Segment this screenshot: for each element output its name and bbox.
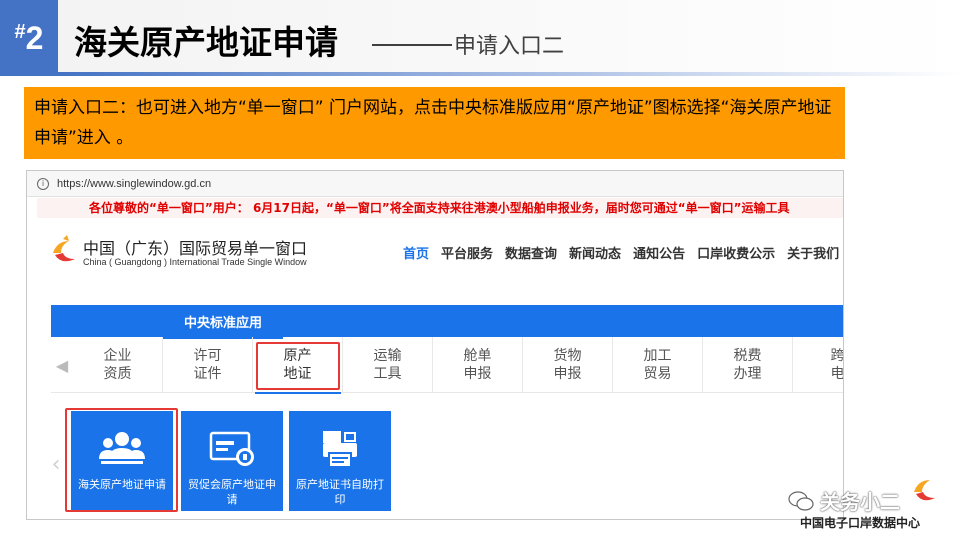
badge-number: 2 — [25, 19, 44, 56]
site-name: 中国（广东）国际贸易单一窗口 — [83, 239, 308, 258]
subtitle-dash — [372, 44, 452, 46]
eport-logo-icon — [914, 480, 935, 501]
category-licenses[interactable]: 许可 证件 — [163, 337, 253, 393]
app-label: 原产地证书自助打印 — [296, 478, 384, 506]
watermark-title: 关务小二 — [788, 486, 900, 515]
nav-about-us[interactable]: 关于我们 — [787, 243, 839, 262]
category-highlight-box — [256, 342, 340, 390]
address-bar[interactable]: i https://www.singlewindow.gd.cn — [27, 171, 843, 197]
info-icon[interactable]: i — [37, 177, 49, 190]
category-enterprise-qualification[interactable]: 企业 资质 — [73, 337, 163, 393]
category-cross-border-ecommerce[interactable]: 跨 电 — [793, 337, 844, 393]
section-badge: #2 — [0, 0, 58, 76]
category-goods-declaration[interactable]: 货物 申报 — [523, 337, 613, 393]
printer-icon — [323, 431, 357, 468]
top-nav: 首页 平台服务 数据查询 新闻动态 通知公告 口岸收费公示 关于我们 — [403, 243, 839, 262]
instruction-note: 申请入口二：也可进入地方“单一窗口” 门户网站，点击中央标准版应用“原产地证”图… — [24, 87, 845, 159]
site-logo-icon — [53, 235, 75, 262]
nav-port-fees[interactable]: 口岸收费公示 — [697, 243, 775, 262]
subtitle-text: 申请入口二 — [454, 34, 565, 59]
app-origin-certificate-self-print[interactable]: 原产地证书自助打印 — [289, 411, 391, 511]
watermark-text: 关务小二 — [820, 490, 900, 514]
url-text: https://www.singlewindow.gd.cn — [57, 177, 212, 190]
badge-hash: # — [14, 20, 26, 43]
browser-screenshot: i https://www.singlewindow.gd.cn 各位尊敬的“单… — [26, 170, 844, 520]
page-title: 海关原产地证申请 — [74, 23, 338, 62]
category-transport-vehicles[interactable]: 运输 工具 — [343, 337, 433, 393]
header-underline — [58, 72, 960, 76]
slide: #2 海关原产地证申请 申请入口二 申请入口二：也可进入地方“单一窗口” 门户网… — [0, 0, 960, 540]
watermark-subtitle: 中国电子口岸数据中心 — [800, 516, 921, 530]
announcement-ticker[interactable]: 各位尊敬的“单一窗口”用户： 6月17日起，“单一窗口”将全面支持来往港澳小型船… — [37, 198, 843, 218]
tab-central-standard-apps[interactable]: 中央标准应用 — [163, 305, 283, 339]
app-highlight-box — [65, 408, 178, 512]
page-subtitle: 申请入口二 — [372, 28, 564, 60]
apps-prev-arrow-icon[interactable]: ‹ — [49, 439, 63, 489]
category-tax-payment[interactable]: 税费 办理 — [703, 337, 793, 393]
category-manifest[interactable]: 舱单 申报 — [433, 337, 523, 393]
nav-announcements[interactable]: 通知公告 — [633, 243, 685, 262]
nav-platform-services[interactable]: 平台服务 — [441, 243, 493, 262]
category-processing-trade[interactable]: 加工 贸易 — [613, 337, 703, 393]
app-label: 贸促会原产地证申请 — [188, 478, 276, 506]
app-ccpit-origin-certificate[interactable]: 贸促会原产地证申请 — [181, 411, 283, 511]
category-list: 企业 资质 许可 证件 原产 地证 运输 工具 舱单 申报 货物 申报 加工 贸… — [73, 337, 844, 394]
nav-data-query[interactable]: 数据查询 — [505, 243, 557, 262]
certificate-icon — [209, 431, 254, 466]
category-prev-arrow-icon[interactable]: ◀ — [55, 351, 69, 379]
nav-home[interactable]: 首页 — [403, 243, 429, 262]
wechat-icon — [788, 490, 814, 511]
nav-news[interactable]: 新闻动态 — [569, 243, 621, 262]
site-name-english: China ( Guangdong ) International Trade … — [83, 257, 307, 267]
